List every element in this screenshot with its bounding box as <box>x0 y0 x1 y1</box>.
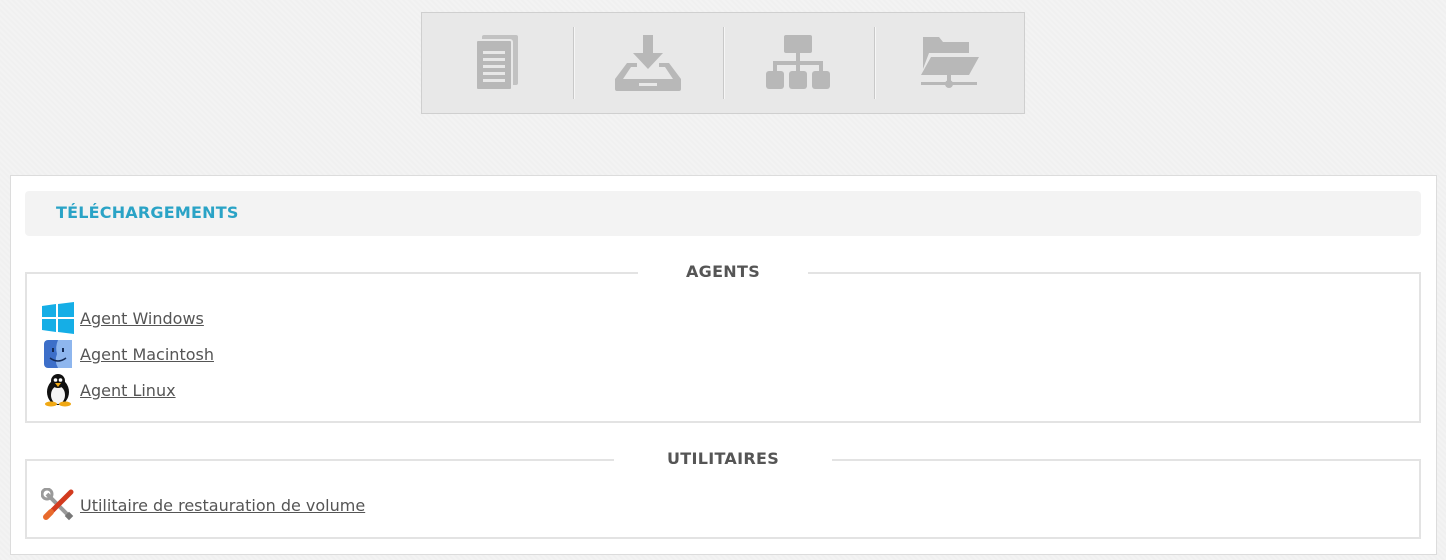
list-item-agent-windows: Agent Windows <box>40 301 204 335</box>
utilities-legend: UTILITAIRES <box>614 448 832 470</box>
agent-linux-link[interactable]: Agent Linux <box>80 381 176 400</box>
toolbar-downloads-button[interactable] <box>572 13 724 113</box>
linux-penguin-icon <box>40 373 75 407</box>
panel-header: TÉLÉCHARGEMENTS <box>25 191 1421 236</box>
list-item-volume-restore-utility: Utilitaire de restauration de volume <box>40 488 365 522</box>
toolbar <box>421 12 1025 114</box>
downloads-panel: TÉLÉCHARGEMENTS AGENTS Agent Windows Age… <box>10 175 1437 555</box>
agents-legend: AGENTS <box>638 261 808 283</box>
agent-macintosh-link[interactable]: Agent Macintosh <box>80 345 214 364</box>
download-tray-icon <box>614 35 681 91</box>
agents-section: AGENTS Agent Windows Agent Macintosh Age… <box>25 261 1421 423</box>
macintosh-finder-icon <box>40 337 75 371</box>
tools-icon <box>40 488 75 522</box>
toolbar-sitemap-button[interactable] <box>723 13 874 113</box>
list-item-agent-macintosh: Agent Macintosh <box>40 337 214 371</box>
agent-windows-link[interactable]: Agent Windows <box>80 309 204 328</box>
utilities-section: UTILITAIRES Utilitaire de restauration d… <box>25 448 1421 539</box>
toolbar-documents-button[interactable] <box>422 13 573 113</box>
windows-icon <box>40 301 75 335</box>
sitemap-icon <box>766 35 831 89</box>
volume-restore-utility-link[interactable]: Utilitaire de restauration de volume <box>80 496 365 515</box>
list-item-agent-linux: Agent Linux <box>40 373 176 407</box>
document-icon <box>475 35 519 91</box>
toolbar-network-folder-button[interactable] <box>873 13 1025 113</box>
panel-title: TÉLÉCHARGEMENTS <box>56 203 239 222</box>
network-folder-icon <box>920 37 979 88</box>
